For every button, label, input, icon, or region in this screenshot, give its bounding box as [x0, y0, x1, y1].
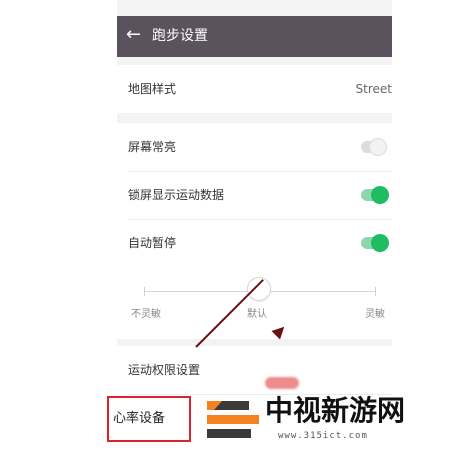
page-title: 跑步设置	[152, 28, 208, 44]
watermark-url: www.315ict.com	[278, 431, 368, 441]
auto-pause-toggle[interactable]	[361, 234, 389, 252]
screen-on-label: 屏幕常亮	[128, 140, 177, 154]
watermark-logo: 中视新游网 www.315ict.com	[204, 388, 450, 450]
back-arrow-icon[interactable]: ←	[126, 24, 148, 46]
top-bar: ← 跑步设置	[117, 16, 392, 57]
map-style-row[interactable]: 地图样式 Street	[117, 65, 392, 113]
logo-mark-icon	[207, 401, 259, 438]
motion-permission-label: 运动权限设置	[128, 363, 201, 377]
lock-screen-data-toggle[interactable]	[361, 186, 389, 204]
settings-screen: ← 跑步设置 地图样式 Street 屏幕常亮 锁屏显示运动数据 自动暂停 不灵…	[117, 0, 392, 450]
heart-rate-device-label[interactable]: 心率设备	[113, 410, 165, 428]
auto-pause-row[interactable]: 自动暂停	[117, 219, 392, 267]
slider-tick	[375, 287, 376, 296]
map-style-value[interactable]: Street	[356, 80, 392, 98]
map-style-label: 地图样式	[128, 82, 177, 96]
slider-high-label: 灵敏	[365, 309, 385, 320]
slider-low-label: 不灵敏	[131, 309, 161, 320]
slider-default-label: 默认	[247, 309, 267, 320]
auto-pause-label: 自动暂停	[128, 236, 177, 250]
motion-permission-row[interactable]: 运动权限设置	[117, 346, 392, 394]
toggle-knob	[371, 234, 389, 252]
screen-on-toggle[interactable]	[361, 138, 387, 156]
toggle-knob	[369, 138, 387, 156]
run-options-card: 屏幕常亮 锁屏显示运动数据 自动暂停	[117, 123, 392, 339]
watermark-title: 中视新游网	[265, 394, 406, 427]
screenshot-stage: ← 跑步设置 地图样式 Street 屏幕常亮 锁屏显示运动数据 自动暂停 不灵…	[0, 0, 450, 450]
map-style-card: 地图样式 Street	[117, 65, 392, 113]
screen-on-row[interactable]: 屏幕常亮	[117, 123, 392, 171]
lock-screen-data-label: 锁屏显示运动数据	[128, 188, 225, 202]
toggle-knob	[371, 186, 389, 204]
slider-tick	[144, 287, 145, 296]
lock-screen-data-row[interactable]: 锁屏显示运动数据	[117, 171, 392, 219]
